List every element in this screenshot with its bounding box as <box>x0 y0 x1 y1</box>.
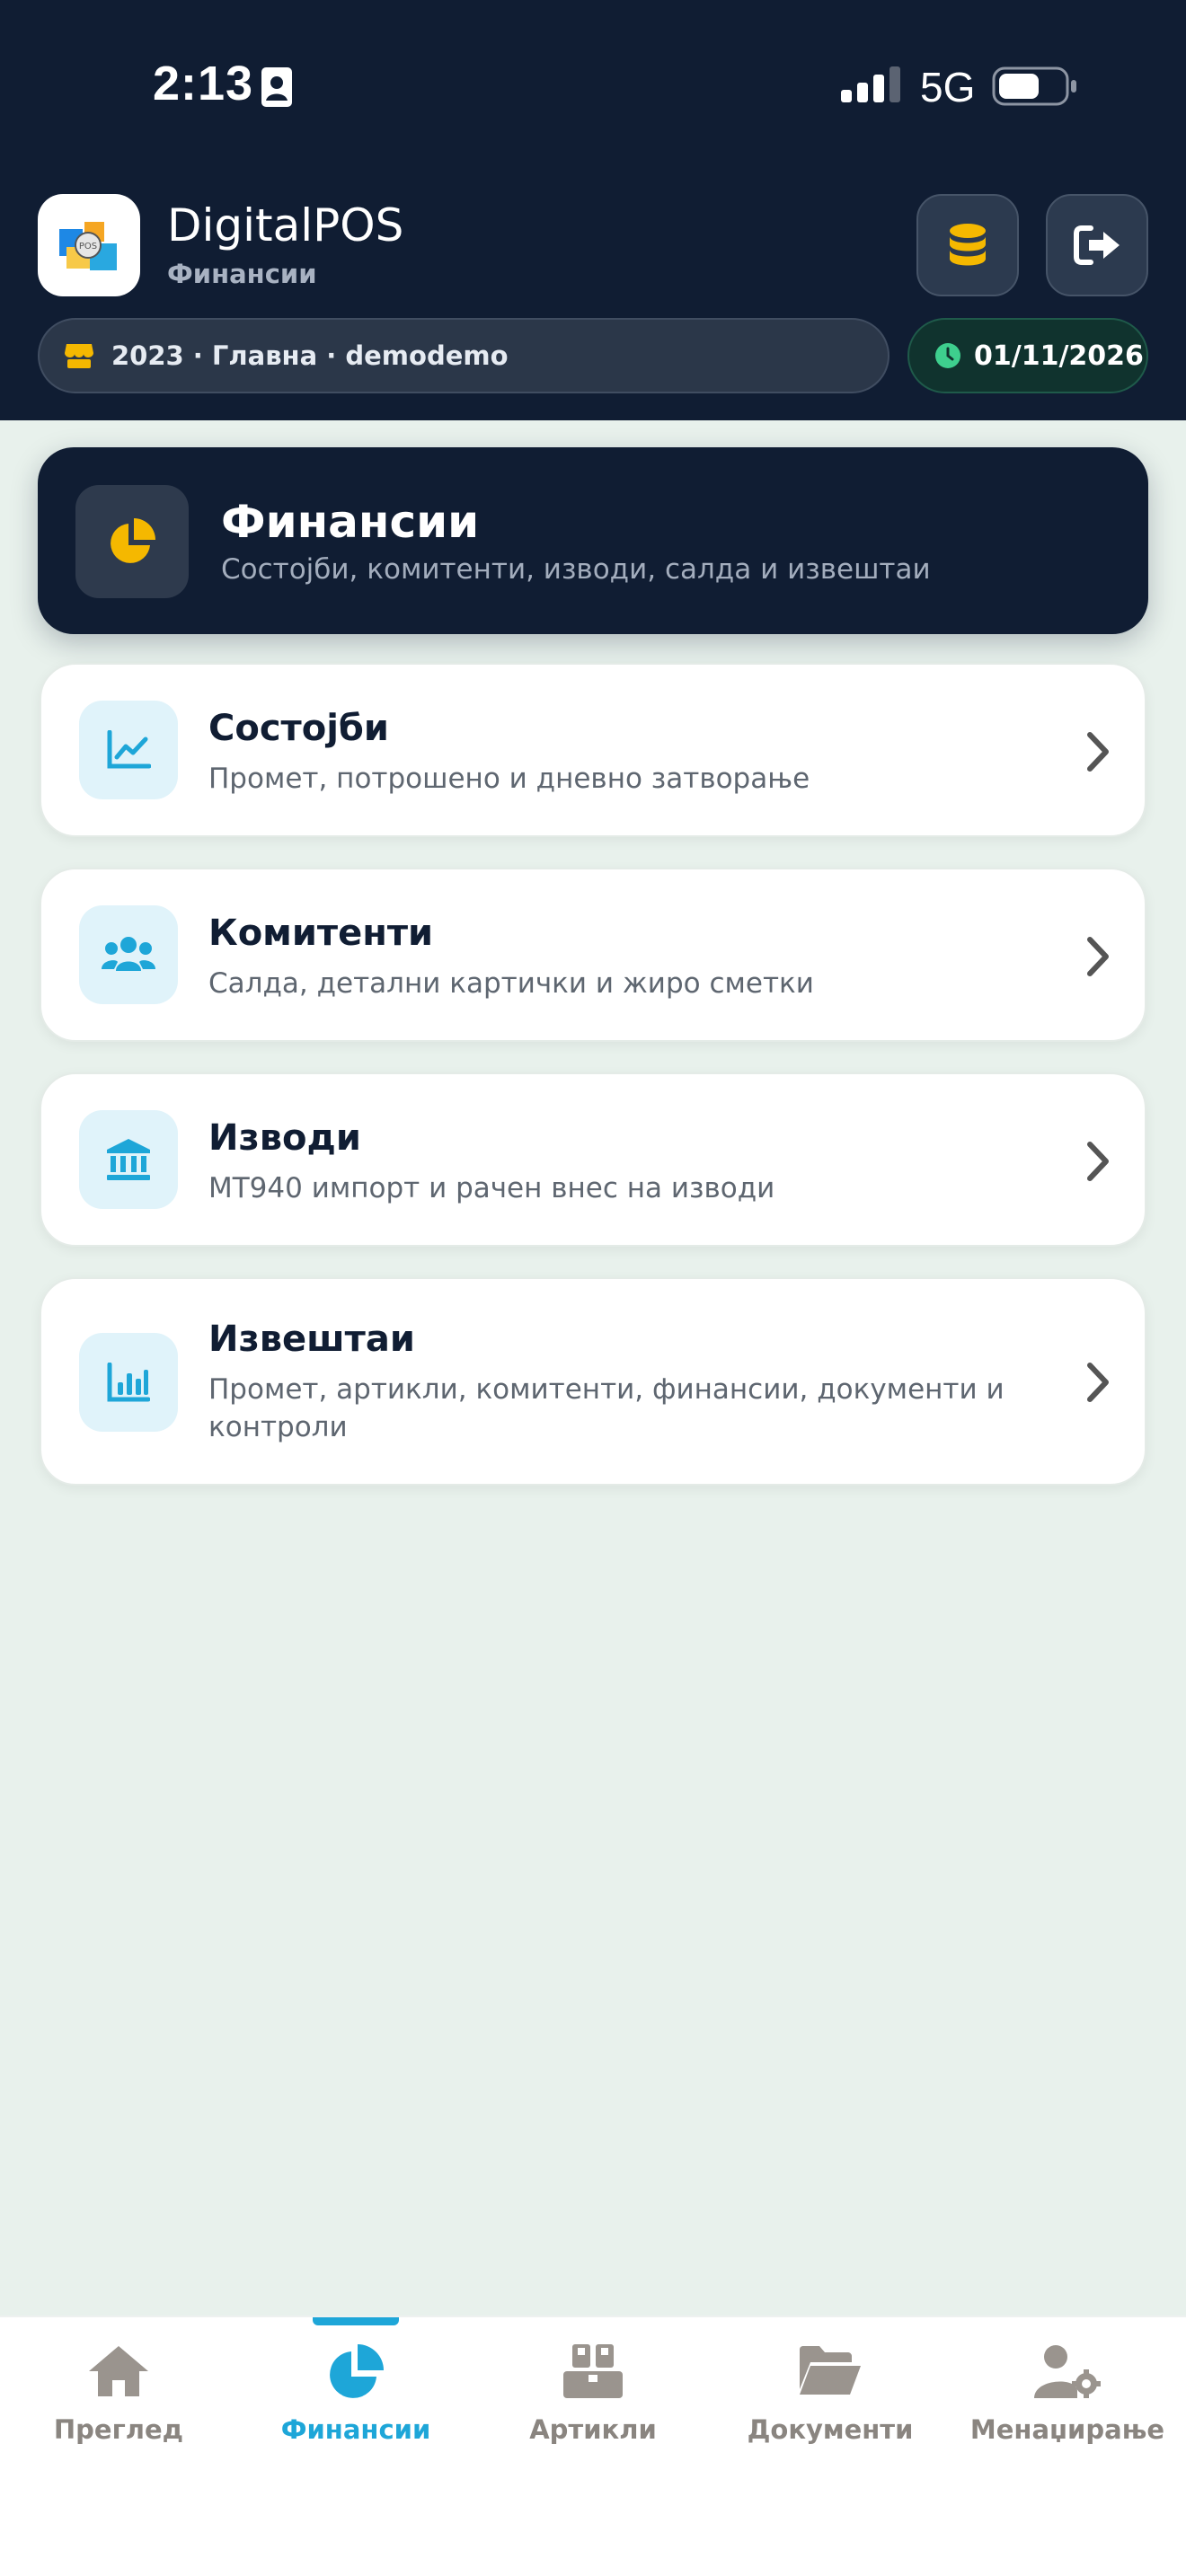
users-icon <box>102 937 155 971</box>
date-badge[interactable]: 01/11/2026 <box>907 318 1148 393</box>
user-gear-icon <box>1034 2345 1101 2398</box>
chevron-right-icon <box>1087 1363 1109 1402</box>
company-selector[interactable]: 2023 · Главна · demodemo <box>38 318 890 393</box>
tab-pregled[interactable]: Преглед <box>0 2317 237 2497</box>
tab-artikli[interactable]: Артикли <box>474 2317 712 2497</box>
cellular-signal-icon <box>841 66 900 102</box>
company-label: 2023 · Главна · demodemo <box>111 340 509 371</box>
tab-label: Артикли <box>529 2414 657 2445</box>
chevron-right-icon <box>1087 732 1109 772</box>
card-title: Изводи <box>208 1117 361 1159</box>
folder-icon <box>800 2346 861 2395</box>
chevron-right-icon <box>1087 1142 1109 1181</box>
bar-chart-icon <box>107 1363 150 1402</box>
card-komitenti[interactable]: Комитенти Салда, детални картички и жиро… <box>40 868 1146 1042</box>
status-time: 2:13 <box>153 57 254 110</box>
chart-line-icon <box>107 730 151 769</box>
pos-logo-icon: POS <box>59 222 117 270</box>
contact-card-icon <box>261 67 292 107</box>
pie-chart-icon <box>111 518 155 563</box>
section-hero-card: Финансии Состојби, комитенти, изводи, са… <box>38 447 1148 634</box>
chevron-right-icon <box>1087 937 1109 976</box>
battery-icon <box>992 66 1076 106</box>
store-icon <box>65 344 93 368</box>
card-icon-box <box>79 905 178 1004</box>
app-name: DigitalPOS <box>167 199 404 251</box>
card-icon-box <box>79 701 178 799</box>
logout-icon <box>1074 225 1120 265</box>
hero-subtitle: Состојби, комитенти, изводи, салда и изв… <box>221 553 931 586</box>
database-icon <box>950 224 986 266</box>
tab-menadziranje[interactable]: Менаџирање <box>949 2317 1186 2497</box>
tab-label: Документи <box>747 2414 914 2445</box>
tab-label: Финансии <box>280 2414 431 2445</box>
bank-icon <box>107 1139 150 1180</box>
boxes-icon <box>563 2344 623 2398</box>
app-section-label: Финансии <box>167 259 317 289</box>
tab-label: Преглед <box>53 2414 184 2445</box>
network-type: 5G <box>920 64 976 110</box>
svg-text:POS: POS <box>79 242 97 251</box>
status-bar: 2:13 5G <box>0 0 1186 180</box>
pie-chart-icon <box>330 2344 384 2398</box>
card-title: Состојби <box>208 708 389 749</box>
hero-icon-box <box>75 485 189 598</box>
tab-label: Менаџирање <box>969 2414 1165 2445</box>
clock-icon <box>935 343 960 368</box>
card-izveshtai[interactable]: Извештаи Промет, артикли, комитенти, фин… <box>40 1277 1146 1486</box>
tab-finansii[interactable]: Финансии <box>237 2317 474 2497</box>
card-icon-box <box>79 1333 178 1432</box>
app-header: 2:13 5G POS DigitalPOS Финансии 2023 · Г… <box>0 0 1186 420</box>
bottom-tab-bar: Преглед Финансии Артикли Документи Менаџ… <box>0 2316 1186 2576</box>
logout-button[interactable] <box>1046 194 1148 296</box>
date-label: 01/11/2026 <box>974 340 1144 372</box>
hero-title: Финансии <box>221 496 480 548</box>
app-logo: POS <box>38 194 140 296</box>
home-icon <box>89 2346 148 2396</box>
card-subtitle: MT940 импорт и рачен внес на изводи <box>208 1172 775 1204</box>
card-subtitle: Промет, артикли, комитенти, финансии, до… <box>208 1373 1005 1443</box>
tab-dokumenti[interactable]: Документи <box>712 2317 949 2497</box>
card-subtitle: Промет, потрошено и дневно затворање <box>208 763 810 795</box>
card-sostojbi[interactable]: Состојби Промет, потрошено и дневно затв… <box>40 663 1146 837</box>
card-title: Извештаи <box>208 1319 415 1360</box>
database-button[interactable] <box>916 194 1019 296</box>
card-title: Комитенти <box>208 913 434 954</box>
card-icon-box <box>79 1110 178 1209</box>
card-izvodi[interactable]: Изводи MT940 импорт и рачен внес на изво… <box>40 1072 1146 1247</box>
card-subtitle: Салда, детални картички и жиро сметки <box>208 967 814 1000</box>
